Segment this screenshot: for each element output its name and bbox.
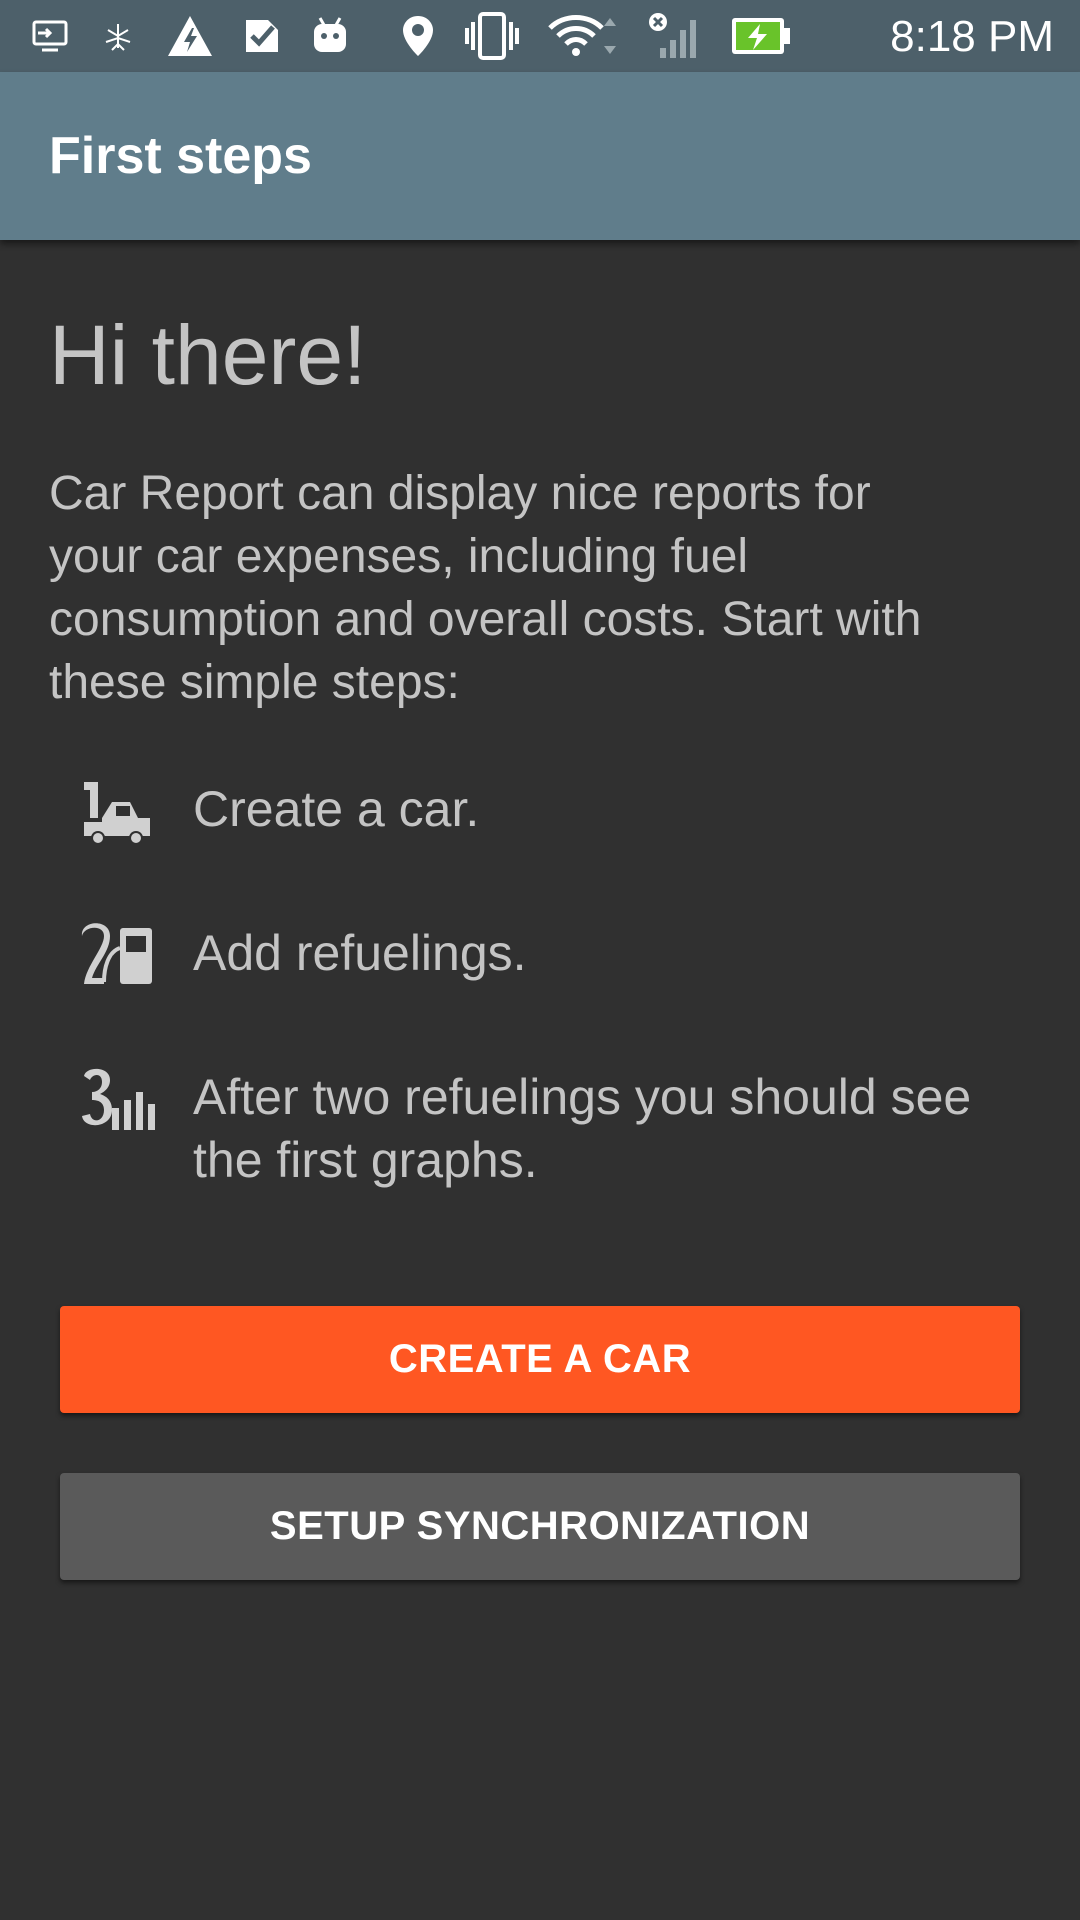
setup-synchronization-button[interactable]: SETUP SYNCHRONIZATION [60,1473,1020,1580]
bug-icon [105,24,131,51]
step-2-text: Add refuelings. [193,925,527,981]
car-icon [84,782,150,845]
status-bar-notifications [30,12,378,60]
vibrate-icon [465,12,519,60]
warning-icon [168,16,212,56]
fuel-pump-icon [81,923,152,984]
location-icon [403,16,433,56]
status-bar: 8:18 PM [0,0,1080,72]
signal-icon [649,13,696,58]
status-bar-system-icons [400,10,820,62]
battery-charging-icon [732,18,790,54]
page-title: First steps [49,127,312,185]
create-car-button[interactable]: CREATE A CAR [60,1306,1020,1413]
bar-chart-icon [82,1068,155,1130]
step-3-text: After two refuelings you should see the … [193,1069,972,1188]
android-icon [314,17,346,52]
app-bar: First steps [0,72,1080,240]
wifi-icon [548,15,616,56]
status-clock: 8:18 PM [890,12,1054,61]
task-check-icon [246,20,278,52]
intro-text: Car Report can display nice reports for … [49,467,922,709]
screen-cast-icon [32,20,68,52]
step-1-text: Create a car. [193,781,480,837]
greeting-heading: Hi there! [49,308,367,402]
